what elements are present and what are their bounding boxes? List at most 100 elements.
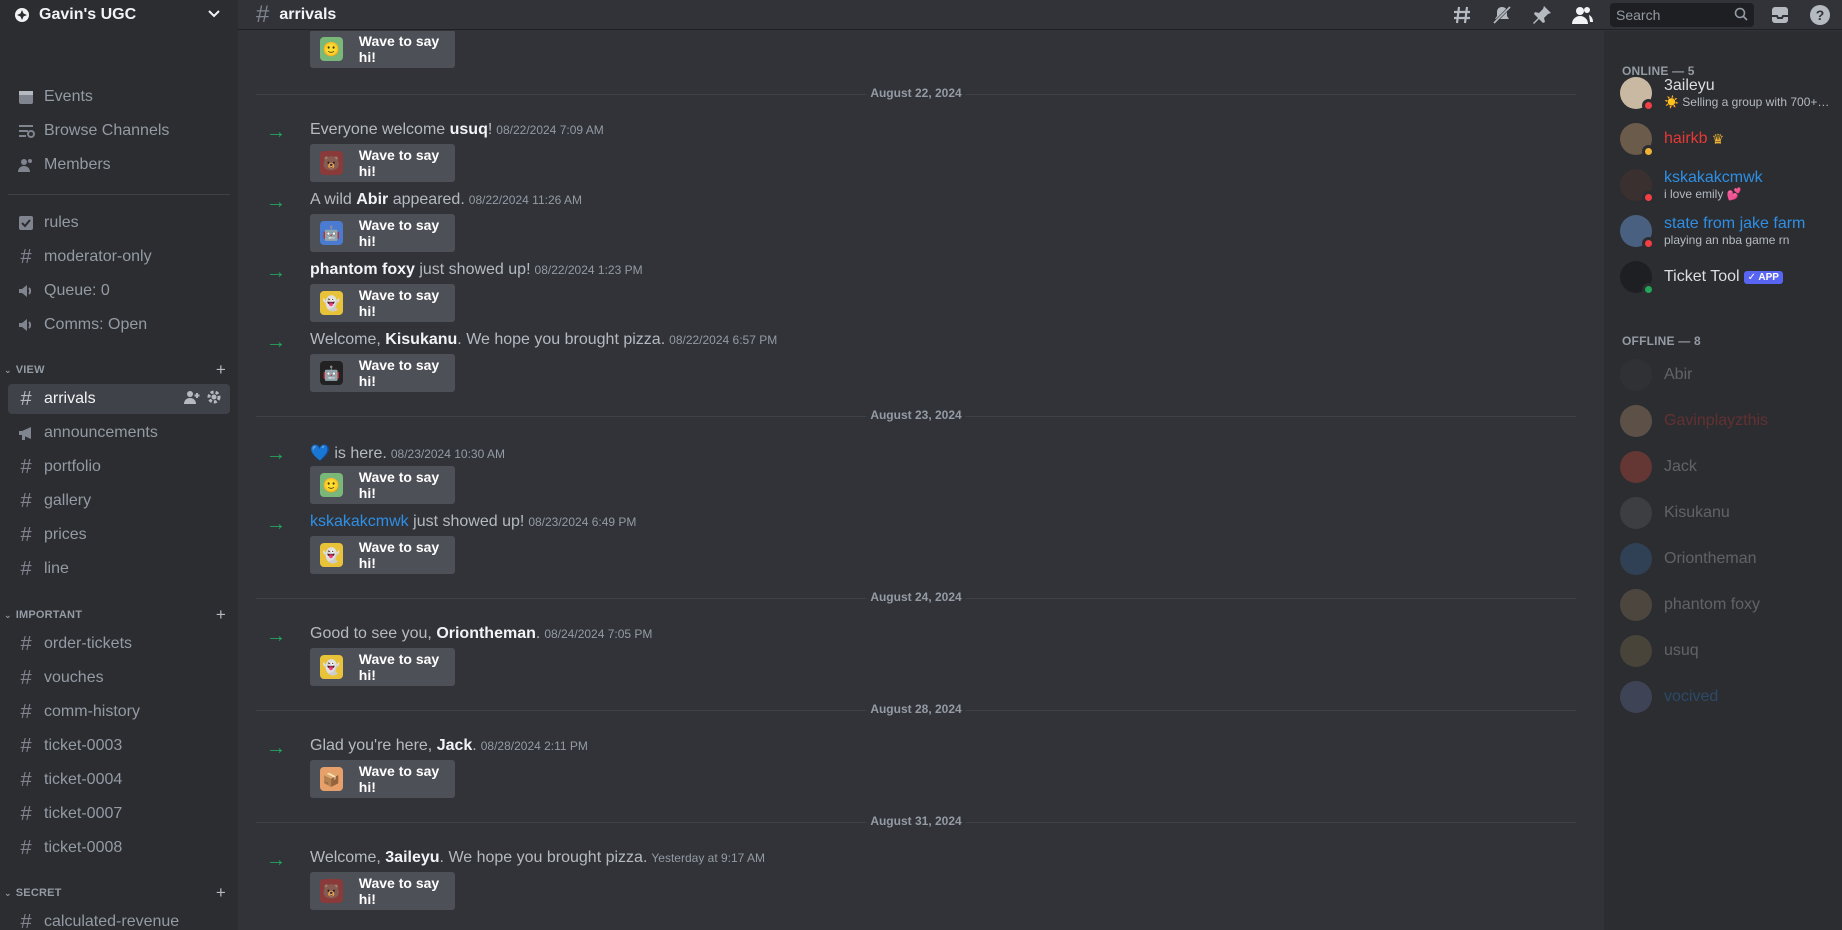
username[interactable]: kskakakcmwk <box>310 513 409 530</box>
channel-comms[interactable]: Comms: Open <box>8 310 230 340</box>
username[interactable]: 3aileyu <box>385 849 439 866</box>
invite-icon[interactable] <box>184 389 200 410</box>
wave-label: Wave to say hi! <box>358 147 440 179</box>
gear-icon[interactable] <box>206 389 222 410</box>
category-view[interactable]: ⌄ VIEW + <box>4 360 230 380</box>
server-header[interactable]: Gavin's UGC <box>0 0 238 30</box>
member-item[interactable]: Abir <box>1620 354 1830 396</box>
category-important[interactable]: ⌄ IMPORTANT + <box>4 605 230 625</box>
message-post: . We hope you brought pizza. <box>457 331 666 348</box>
channel-rules[interactable]: rules <box>8 208 230 238</box>
wave-button[interactable]: 📦 Wave to say hi! <box>310 760 455 798</box>
username[interactable]: 💙 <box>310 445 330 462</box>
timestamp: 08/24/2024 7:05 PM <box>544 627 653 641</box>
channel-label: ticket-0004 <box>44 771 123 788</box>
svg-text:?: ? <box>1816 7 1825 23</box>
member-name: Abir <box>1664 366 1693 383</box>
member-list: ONLINE — 5 OFFLINE — 8 3aileyu ☀️ Selling… <box>1604 31 1842 930</box>
avatar <box>1620 451 1652 483</box>
member-item[interactable]: Oriontheman <box>1620 538 1830 580</box>
add-channel-icon[interactable]: + <box>216 883 226 903</box>
wave-button[interactable]: 👻 Wave to say hi! <box>310 648 455 686</box>
sidebar-item-browse-channels[interactable]: Browse Channels <box>8 116 230 146</box>
hash-icon: # <box>20 489 32 512</box>
join-arrow-icon: → <box>266 443 286 465</box>
username[interactable]: Kisukanu <box>385 331 457 348</box>
member-item[interactable]: Gavinplayzthis <box>1620 400 1830 442</box>
add-channel-icon[interactable]: + <box>216 360 226 380</box>
sidebar-item-events[interactable]: Events <box>8 82 230 112</box>
channel-order-tickets[interactable]: # order-tickets <box>8 629 230 659</box>
add-channel-icon[interactable]: + <box>216 605 226 625</box>
help-icon[interactable]: ? <box>1808 3 1832 27</box>
member-item[interactable]: hairkb ♛ <box>1620 118 1830 160</box>
member-item[interactable]: Kisukanu <box>1620 492 1830 534</box>
username[interactable]: phantom foxy <box>310 261 415 278</box>
channel-ticket-0008[interactable]: # ticket-0008 <box>8 833 230 863</box>
voice-icon <box>16 315 36 335</box>
search-input[interactable]: Search <box>1610 3 1754 27</box>
username[interactable]: Abir <box>356 191 388 208</box>
channel-label: order-tickets <box>44 635 133 652</box>
channel-ticket-0004[interactable]: # ticket-0004 <box>8 765 230 795</box>
member-name: Oriontheman <box>1664 550 1757 567</box>
channel-arrivals[interactable]: # arrivals <box>8 384 230 414</box>
timestamp: 08/23/2024 6:49 PM <box>528 515 637 529</box>
wave-button[interactable]: 👻 Wave to say hi! <box>310 536 455 574</box>
chevron-down-icon[interactable] <box>206 5 222 26</box>
username[interactable]: Oriontheman <box>436 625 536 642</box>
message-pre: Welcome, <box>310 331 386 348</box>
message-pre: Glad you're here, <box>310 737 437 754</box>
channel-gallery[interactable]: # gallery <box>8 486 230 516</box>
wave-button[interactable]: 🙂 Wave to say hi! <box>310 466 455 504</box>
channel-queue[interactable]: Queue: 0 <box>8 276 230 306</box>
wave-label: Wave to say hi! <box>358 651 440 683</box>
wave-button[interactable]: 🙂 Wave to say hi! <box>310 31 455 68</box>
wave-button[interactable]: 👻 Wave to say hi! <box>310 284 455 322</box>
sidebar-item-members[interactable]: Members <box>8 150 230 180</box>
server-icon <box>14 7 30 23</box>
member-item[interactable]: Ticket Tool ✓ APP <box>1620 256 1830 298</box>
channel-comm-history[interactable]: # comm-history <box>8 697 230 727</box>
member-item[interactable]: vocived <box>1620 676 1830 718</box>
category-secret[interactable]: ⌄ SECRET + <box>4 883 230 903</box>
channel-portfolio[interactable]: # portfolio <box>8 452 230 482</box>
chevron-down-icon: ⌄ <box>4 887 12 898</box>
member-item[interactable]: state from jake farm playing an nba game … <box>1620 210 1830 252</box>
channel-prices[interactable]: # prices <box>8 520 230 550</box>
channel-ticket-0007[interactable]: # ticket-0007 <box>8 799 230 829</box>
member-item[interactable]: 3aileyu ☀️ Selling a group with 700+ ... <box>1620 72 1830 114</box>
member-item[interactable]: usuq <box>1620 630 1830 672</box>
username[interactable]: usuq <box>450 121 488 138</box>
channel-calculated-revenue[interactable]: # calculated-revenue <box>8 907 230 930</box>
chevron-down-icon: ⌄ <box>4 364 12 375</box>
join-message: → A wild Abir appeared. 08/22/2024 11:26 … <box>238 189 1568 259</box>
notification-muted-icon[interactable] <box>1490 3 1514 27</box>
member-name: Jack <box>1664 458 1697 475</box>
member-item[interactable]: phantom foxy <box>1620 584 1830 626</box>
member-item[interactable]: Jack <box>1620 446 1830 488</box>
join-arrow-icon: → <box>266 625 286 647</box>
channel-vouches[interactable]: # vouches <box>8 663 230 693</box>
member-list-icon[interactable] <box>1570 3 1594 27</box>
channel-moderator-only[interactable]: # moderator-only <box>8 242 230 272</box>
username[interactable]: Jack <box>437 737 473 754</box>
wave-button[interactable]: 🐻 Wave to say hi! <box>310 144 455 182</box>
message-post: is here. <box>329 445 387 462</box>
threads-icon[interactable] <box>1450 3 1474 27</box>
channel-announcements[interactable]: announcements <box>8 418 230 448</box>
channel-line[interactable]: # line <box>8 554 230 584</box>
channel-label: ticket-0008 <box>44 839 123 856</box>
channel-ticket-0003[interactable]: # ticket-0003 <box>8 731 230 761</box>
wave-button[interactable]: 🤖 Wave to say hi! <box>310 214 455 252</box>
inbox-icon[interactable] <box>1768 3 1792 27</box>
locked-hash-icon: # <box>20 802 32 825</box>
join-arrow-icon: → <box>266 121 286 143</box>
pin-icon[interactable] <box>1530 3 1554 27</box>
channel-label: ticket-0007 <box>44 805 123 822</box>
member-name: Gavinplayzthis <box>1664 412 1769 429</box>
wave-button[interactable]: 🤖 Wave to say hi! <box>310 354 455 392</box>
join-arrow-icon: → <box>266 737 286 759</box>
wave-button[interactable]: 🐻 Wave to say hi! <box>310 872 455 910</box>
member-item[interactable]: kskakakcmwk i love emily 💕 <box>1620 164 1830 206</box>
